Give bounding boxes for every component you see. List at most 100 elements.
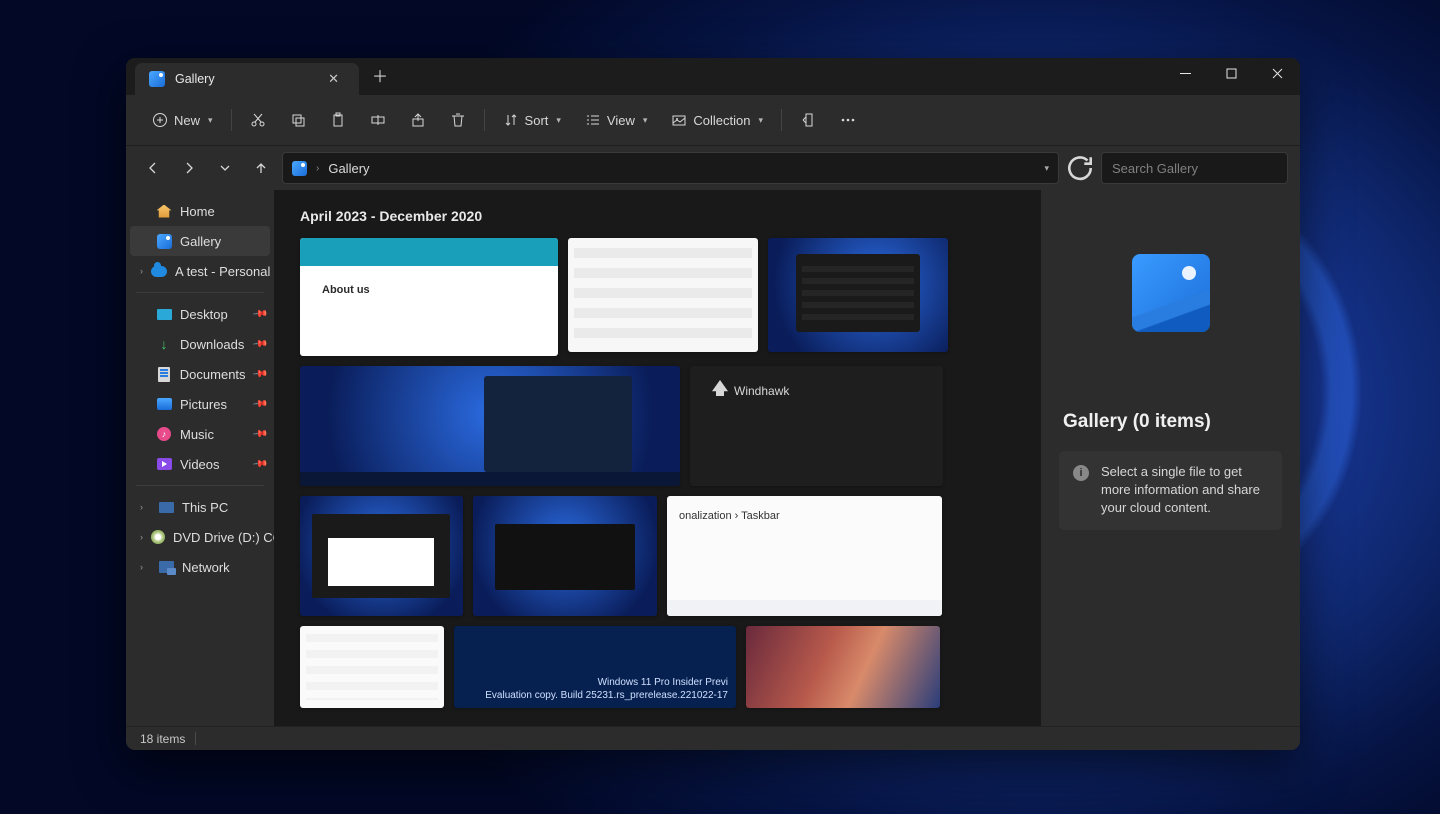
chevron-down-icon: ▾ bbox=[208, 115, 213, 126]
tab-gallery[interactable]: Gallery ✕ bbox=[135, 63, 359, 95]
maximize-button[interactable] bbox=[1208, 58, 1254, 88]
chevron-down-icon: ▾ bbox=[643, 115, 648, 126]
phone-icon bbox=[800, 112, 816, 128]
trash-icon bbox=[450, 112, 466, 128]
videos-icon bbox=[157, 458, 172, 470]
divider bbox=[136, 485, 264, 486]
sidebar-item-gallery[interactable]: Gallery bbox=[130, 226, 270, 256]
sidebar-label: Music bbox=[180, 427, 214, 442]
divider bbox=[781, 109, 782, 131]
more-button[interactable] bbox=[830, 103, 866, 137]
gallery-thumbnail[interactable] bbox=[667, 496, 942, 616]
date-range-header: April 2023 - December 2020 bbox=[300, 208, 1015, 224]
view-label: View bbox=[607, 113, 635, 128]
pin-icon: 📌 bbox=[251, 366, 268, 382]
gallery-icon bbox=[149, 71, 165, 87]
collection-button[interactable]: Collection ▾ bbox=[661, 103, 773, 137]
sidebar-label: Videos bbox=[180, 457, 220, 472]
copy-button[interactable] bbox=[280, 103, 316, 137]
refresh-button[interactable] bbox=[1065, 153, 1095, 183]
rename-icon bbox=[370, 112, 386, 128]
gallery-thumbnail[interactable] bbox=[300, 366, 680, 486]
chevron-down-icon[interactable]: ▾ bbox=[1044, 163, 1049, 174]
pin-icon: 📌 bbox=[251, 336, 268, 352]
content-area: April 2023 - December 2020 Windows 11 Pr… bbox=[274, 190, 1041, 726]
gallery-thumbnail[interactable] bbox=[473, 496, 657, 616]
pin-icon: 📌 bbox=[251, 426, 268, 442]
ellipsis-icon bbox=[840, 112, 856, 128]
status-count: 18 items bbox=[140, 732, 185, 746]
search-input[interactable] bbox=[1112, 161, 1288, 176]
sidebar-item-pictures[interactable]: Pictures 📌 bbox=[126, 389, 274, 419]
gallery-thumbnail[interactable] bbox=[300, 626, 444, 708]
sidebar-item-home[interactable]: Home bbox=[126, 196, 274, 226]
gallery-thumbnail[interactable] bbox=[746, 626, 940, 708]
phone-link-button[interactable] bbox=[790, 103, 826, 137]
sidebar-item-downloads[interactable]: ↓ Downloads 📌 bbox=[126, 329, 274, 359]
sidebar-item-onedrive[interactable]: › A test - Personal bbox=[126, 256, 274, 286]
collection-icon bbox=[671, 112, 687, 128]
sort-label: Sort bbox=[525, 113, 549, 128]
new-button[interactable]: New ▾ bbox=[142, 103, 223, 137]
forward-button[interactable] bbox=[174, 153, 204, 183]
view-button[interactable]: View ▾ bbox=[575, 103, 657, 137]
download-icon: ↓ bbox=[156, 336, 172, 352]
sidebar-label: Network bbox=[182, 560, 230, 575]
gallery-thumbnail[interactable]: Windows 11 Pro Insider PreviEvaluation c… bbox=[454, 626, 736, 708]
sidebar-label: Pictures bbox=[180, 397, 227, 412]
cut-icon bbox=[250, 112, 266, 128]
close-tab-icon[interactable]: ✕ bbox=[322, 68, 345, 90]
sidebar-item-desktop[interactable]: Desktop📌 bbox=[126, 299, 274, 329]
divider bbox=[136, 292, 264, 293]
sidebar-item-videos[interactable]: Videos 📌 bbox=[126, 449, 274, 479]
chevron-right-icon: › bbox=[140, 532, 143, 542]
delete-button[interactable] bbox=[440, 103, 476, 137]
sidebar-item-dvd[interactable]: › DVD Drive (D:) CCC bbox=[126, 522, 274, 552]
statusbar: 18 items bbox=[126, 726, 1300, 750]
gallery-large-icon bbox=[1132, 254, 1210, 332]
sidebar-item-documents[interactable]: Documents📌 bbox=[126, 359, 274, 389]
back-button[interactable] bbox=[138, 153, 168, 183]
view-icon bbox=[585, 112, 601, 128]
sidebar-item-music[interactable]: ♪ Music 📌 bbox=[126, 419, 274, 449]
close-button[interactable] bbox=[1254, 58, 1300, 88]
sidebar-label: A test - Personal bbox=[175, 264, 270, 279]
info-icon: i bbox=[1073, 465, 1089, 481]
minimize-button[interactable] bbox=[1162, 58, 1208, 88]
collection-label: Collection bbox=[693, 113, 750, 128]
music-icon: ♪ bbox=[157, 427, 171, 441]
details-title: Gallery (0 items) bbox=[1041, 395, 1300, 445]
new-tab-button[interactable]: ＋ bbox=[365, 63, 395, 87]
share-button[interactable] bbox=[400, 103, 436, 137]
cut-button[interactable] bbox=[240, 103, 276, 137]
pin-icon: 📌 bbox=[251, 306, 268, 322]
gallery-thumbnail[interactable] bbox=[690, 366, 943, 486]
tab-label: Gallery bbox=[175, 72, 312, 86]
gallery-thumbnail[interactable] bbox=[300, 496, 463, 616]
sort-button[interactable]: Sort ▾ bbox=[493, 103, 571, 137]
sidebar-label: DVD Drive (D:) CCC bbox=[173, 530, 274, 545]
sidebar-item-network[interactable]: ›Network bbox=[126, 552, 274, 582]
search-box[interactable] bbox=[1101, 152, 1288, 184]
rename-button[interactable] bbox=[360, 103, 396, 137]
recent-button[interactable] bbox=[210, 153, 240, 183]
up-button[interactable] bbox=[246, 153, 276, 183]
window-controls bbox=[1162, 58, 1300, 88]
gallery-thumbnail[interactable] bbox=[768, 238, 948, 352]
share-icon bbox=[410, 112, 426, 128]
sidebar-label: Downloads bbox=[180, 337, 244, 352]
sidebar-item-this-pc[interactable]: ›This PC bbox=[126, 492, 274, 522]
eval-text: Windows 11 Pro Insider Previ bbox=[598, 676, 728, 689]
gallery-thumbnail[interactable] bbox=[568, 238, 758, 352]
chevron-right-icon: › bbox=[140, 502, 150, 512]
breadcrumb-separator: › bbox=[316, 163, 319, 174]
chevron-right-icon: › bbox=[140, 266, 143, 276]
gallery-icon bbox=[292, 161, 307, 176]
pin-icon: 📌 bbox=[251, 396, 268, 412]
address-bar[interactable]: › Gallery ▾ bbox=[282, 152, 1059, 184]
file-explorer-window: Gallery ✕ ＋ New ▾ Sort ▾ View bbox=[126, 58, 1300, 750]
gallery-thumbnail[interactable] bbox=[300, 238, 558, 356]
divider bbox=[231, 109, 232, 131]
pin-icon: 📌 bbox=[251, 456, 268, 472]
paste-button[interactable] bbox=[320, 103, 356, 137]
